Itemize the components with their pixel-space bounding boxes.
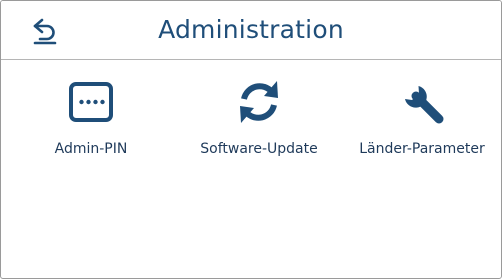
administration-screen: Administration Admin-PIN Software-Update — [0, 0, 502, 279]
wrench-icon — [395, 75, 449, 129]
refresh-icon — [232, 75, 286, 129]
country-parameters-tile[interactable]: Länder-Parameter — [347, 75, 497, 175]
page-title: Administration — [158, 15, 344, 44]
header-bar: Administration — [1, 1, 501, 60]
admin-pin-label: Admin-PIN — [54, 141, 128, 157]
software-update-tile[interactable]: Software-Update — [189, 75, 329, 175]
admin-pin-tile[interactable]: Admin-PIN — [41, 75, 141, 175]
country-parameters-label: Länder-Parameter — [359, 141, 485, 157]
pin-dots-icon — [64, 75, 118, 129]
software-update-label: Software-Update — [200, 141, 318, 157]
